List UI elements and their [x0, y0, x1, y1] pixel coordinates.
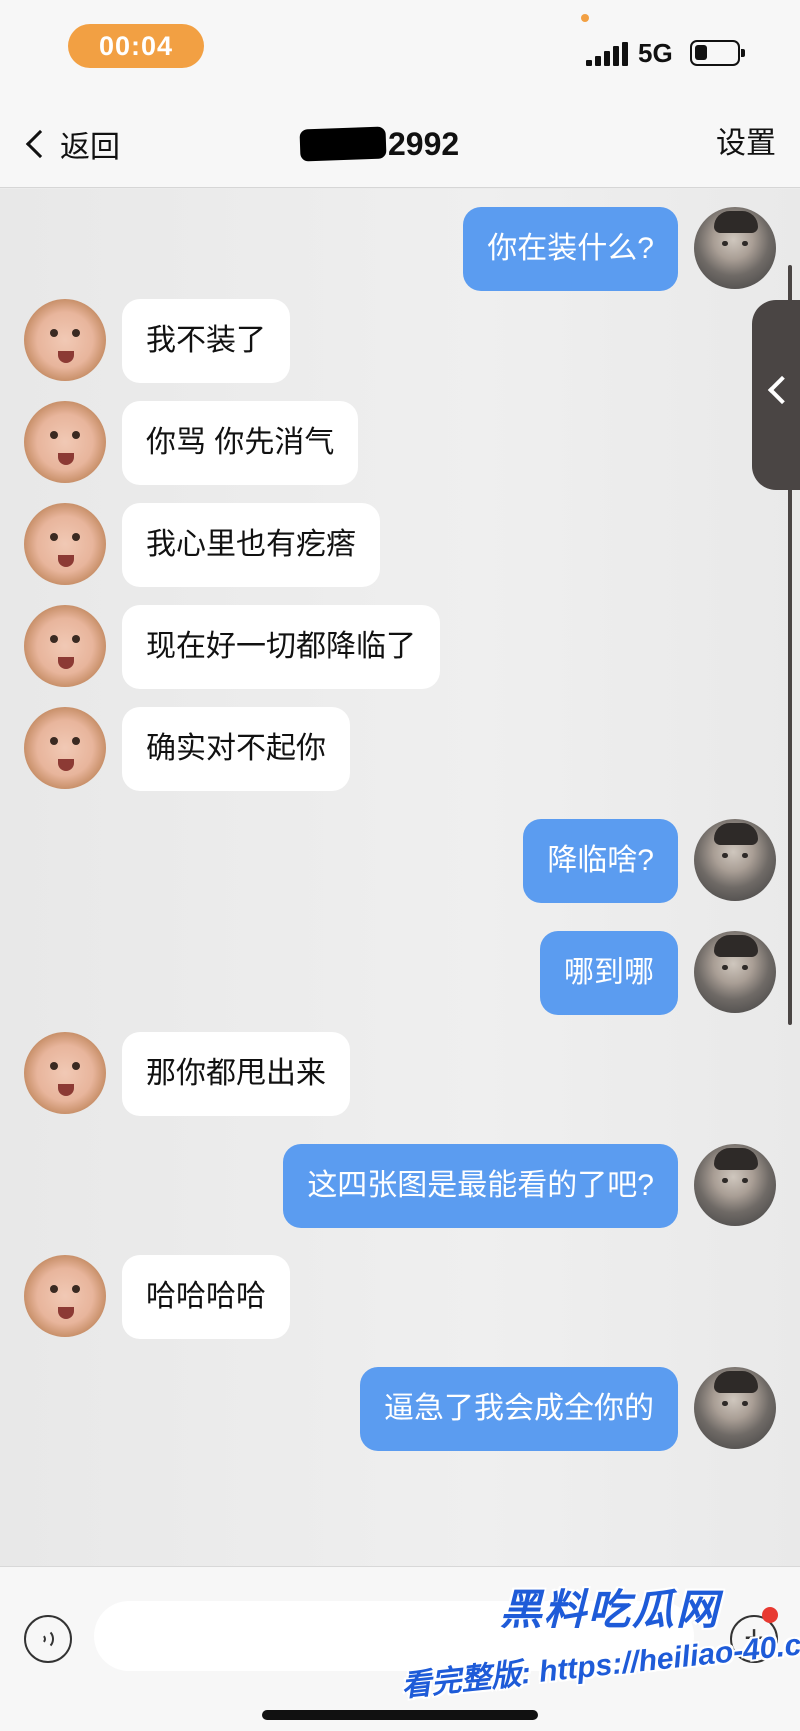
battery-icon	[690, 40, 745, 66]
message-incoming: 哈哈哈哈	[0, 1255, 800, 1339]
contact-avatar[interactable]	[24, 1255, 106, 1337]
contact-avatar[interactable]	[24, 401, 106, 483]
message-bubble[interactable]: 我心里也有疙瘩	[122, 503, 380, 587]
message-outgoing: 哪到哪	[0, 931, 800, 1015]
message-incoming: 我心里也有疙瘩	[0, 503, 800, 587]
message-bubble[interactable]: 你骂 你先消气	[122, 401, 359, 485]
message-incoming: 确实对不起你	[0, 707, 800, 791]
contact-avatar[interactable]	[24, 1032, 106, 1114]
back-label: 返回	[60, 131, 120, 164]
self-avatar[interactable]	[694, 819, 776, 901]
privacy-indicator-dot	[581, 14, 589, 22]
message-bubble[interactable]: 那你都甩出来	[122, 1032, 350, 1116]
message-bubble[interactable]: 降临啥?	[523, 819, 678, 903]
voice-icon[interactable]	[24, 1615, 72, 1663]
self-avatar[interactable]	[694, 207, 776, 289]
message-incoming: 你骂 你先消气	[0, 401, 800, 485]
back-button[interactable]: 返回	[22, 122, 120, 166]
nav-bar: 返回 2992 设置	[0, 100, 800, 188]
self-avatar[interactable]	[694, 1144, 776, 1226]
watermark-title: 黑料吃瓜网	[500, 1586, 721, 1633]
message-outgoing: 你在装什么?	[0, 207, 800, 291]
chat-title: 2992	[299, 122, 500, 166]
message-incoming: 我不装了	[0, 299, 800, 383]
self-avatar[interactable]	[694, 1367, 776, 1449]
notification-dot	[762, 1607, 778, 1623]
message-bubble[interactable]: 我不装了	[122, 299, 290, 383]
status-bar: 00:04 5G	[0, 0, 800, 100]
battery-level	[695, 45, 707, 60]
message-incoming: 那你都甩出来	[0, 1032, 800, 1116]
message-bubble[interactable]: 现在好一切都降临了	[122, 605, 440, 689]
contact-avatar[interactable]	[24, 707, 106, 789]
signal-icon	[586, 42, 628, 66]
message-bubble[interactable]: 你在装什么?	[463, 207, 678, 291]
redaction-mark	[299, 126, 387, 162]
home-indicator	[262, 1710, 538, 1720]
chat-title-suffix: 2992	[388, 126, 460, 162]
message-outgoing: 这四张图是最能看的了吧?	[0, 1144, 800, 1228]
message-outgoing: 逼急了我会成全你的	[0, 1367, 800, 1451]
message-outgoing: 降临啥?	[0, 819, 800, 903]
contact-avatar[interactable]	[24, 605, 106, 687]
contact-avatar[interactable]	[24, 299, 106, 381]
settings-button[interactable]: 设置	[716, 122, 776, 166]
status-time: 00:04	[68, 24, 204, 68]
message-bubble[interactable]: 逼急了我会成全你的	[360, 1367, 678, 1451]
message-bubble[interactable]: 确实对不起你	[122, 707, 350, 791]
message-bubble[interactable]: 哈哈哈哈	[122, 1255, 290, 1339]
chevron-left-icon	[767, 375, 797, 405]
message-bubble[interactable]: 这四张图是最能看的了吧?	[283, 1144, 678, 1228]
chat-messages-area[interactable]: 你在装什么? 我不装了 你骂 你先消气 我心里也有疙瘩 现在好一切都降临了 确实…	[0, 189, 800, 1566]
self-avatar[interactable]	[694, 931, 776, 1013]
network-type: 5G	[638, 38, 673, 68]
chevron-left-icon	[25, 129, 55, 159]
message-bubble[interactable]: 哪到哪	[540, 931, 678, 1015]
message-incoming: 现在好一切都降临了	[0, 605, 800, 689]
side-panel-handle[interactable]	[752, 300, 800, 490]
contact-avatar[interactable]	[24, 503, 106, 585]
